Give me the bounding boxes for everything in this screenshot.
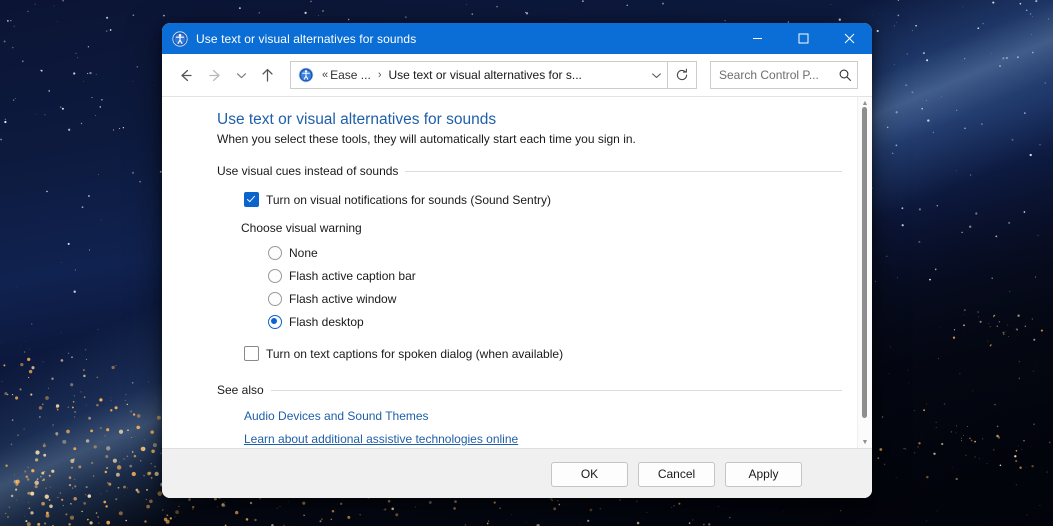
see-also-links: Audio Devices and Sound Themes Learn abo…: [217, 409, 842, 446]
link-audio-devices-and-sound-themes[interactable]: Audio Devices and Sound Themes: [244, 409, 429, 423]
breadcrumb-item-current[interactable]: Use text or visual alternatives for s...: [386, 68, 583, 82]
breadcrumb-overflow[interactable]: «: [320, 69, 328, 81]
radio-flash-active-caption-bar[interactable]: [268, 269, 282, 283]
cancel-button[interactable]: Cancel: [638, 462, 715, 487]
back-button[interactable]: [170, 60, 200, 90]
radio-none[interactable]: [268, 246, 282, 260]
ease-of-access-icon: [172, 31, 188, 47]
vertical-scrollbar[interactable]: ▲ ▼: [857, 97, 872, 448]
window-controls: [734, 23, 872, 54]
close-icon: [844, 33, 855, 44]
group-header-visual-cues: Use visual cues instead of sounds: [217, 164, 842, 178]
refresh-button[interactable]: [668, 61, 697, 89]
group-header-see-also: See also: [217, 383, 842, 397]
radio-row-flash-desktop[interactable]: Flash desktop: [217, 315, 842, 329]
scrollbar-thumb[interactable]: [862, 107, 867, 418]
close-button[interactable]: [826, 23, 872, 54]
radio-flash-desktop-label: Flash desktop: [289, 315, 364, 329]
sound-sentry-label: Turn on visual notifications for sounds …: [266, 193, 551, 207]
text-captions-label: Turn on text captions for spoken dialog …: [266, 347, 563, 361]
radio-none-label: None: [289, 246, 318, 260]
search-input[interactable]: Search Control P...: [711, 68, 833, 82]
up-arrow-icon: [259, 67, 276, 84]
maximize-icon: [798, 33, 809, 44]
refresh-icon: [675, 68, 689, 82]
up-button[interactable]: [252, 60, 282, 90]
address-dropdown-button[interactable]: [645, 63, 667, 87]
forward-button[interactable]: [200, 60, 230, 90]
page-title: Use text or visual alternatives for soun…: [217, 111, 842, 129]
title-bar[interactable]: Use text or visual alternatives for soun…: [162, 23, 872, 54]
back-arrow-icon: [177, 67, 194, 84]
scroll-down-arrow[interactable]: ▼: [858, 436, 872, 448]
group-header-rule: [405, 171, 842, 172]
maximize-button[interactable]: [780, 23, 826, 54]
breadcrumb-separator: ›: [373, 69, 387, 81]
radio-flash-active-window-label: Flash active window: [289, 292, 396, 306]
radio-row-flash-active-window[interactable]: Flash active window: [217, 292, 842, 306]
navigation-bar: « Ease ... › Use text or visual alternat…: [162, 54, 872, 96]
sound-sentry-checkbox-row[interactable]: Turn on visual notifications for sounds …: [217, 192, 842, 207]
recent-locations-button[interactable]: [230, 60, 252, 90]
apply-button[interactable]: Apply: [725, 462, 802, 487]
minimize-icon: [752, 33, 763, 44]
radio-row-flash-caption-bar[interactable]: Flash active caption bar: [217, 269, 842, 283]
text-captions-checkbox[interactable]: [244, 346, 259, 361]
page-subtitle: When you select these tools, they will a…: [217, 132, 842, 146]
text-captions-checkbox-row[interactable]: Turn on text captions for spoken dialog …: [217, 346, 842, 361]
radio-flash-active-caption-bar-label: Flash active caption bar: [289, 269, 416, 283]
forward-arrow-icon: [207, 67, 224, 84]
breadcrumb-item-ease[interactable]: Ease ...: [328, 68, 373, 82]
sound-sentry-checkbox[interactable]: [244, 192, 259, 207]
choose-visual-warning-label: Choose visual warning: [217, 221, 842, 235]
see-also-rule: [271, 390, 842, 391]
group-header-label: Use visual cues instead of sounds: [217, 164, 405, 178]
radio-flash-desktop[interactable]: [268, 315, 282, 329]
content-area: Use text or visual alternatives for soun…: [162, 96, 872, 448]
radio-flash-active-window[interactable]: [268, 292, 282, 306]
dialog-footer: OK Cancel Apply: [162, 448, 872, 498]
see-also-label: See also: [217, 383, 271, 397]
control-panel-window: Use text or visual alternatives for soun…: [162, 23, 872, 498]
chevron-down-icon: [236, 70, 247, 81]
link-learn-about-assistive-technologies[interactable]: Learn about additional assistive technol…: [244, 432, 518, 446]
minimize-button[interactable]: [734, 23, 780, 54]
search-box[interactable]: Search Control P...: [710, 61, 858, 89]
radio-row-none[interactable]: None: [217, 246, 842, 260]
chevron-down-icon: [651, 70, 662, 81]
ok-button[interactable]: OK: [551, 462, 628, 487]
address-bar[interactable]: « Ease ... › Use text or visual alternat…: [290, 61, 668, 89]
search-icon[interactable]: [833, 68, 857, 82]
window-title: Use text or visual alternatives for soun…: [196, 32, 416, 46]
control-panel-icon: [298, 67, 314, 83]
